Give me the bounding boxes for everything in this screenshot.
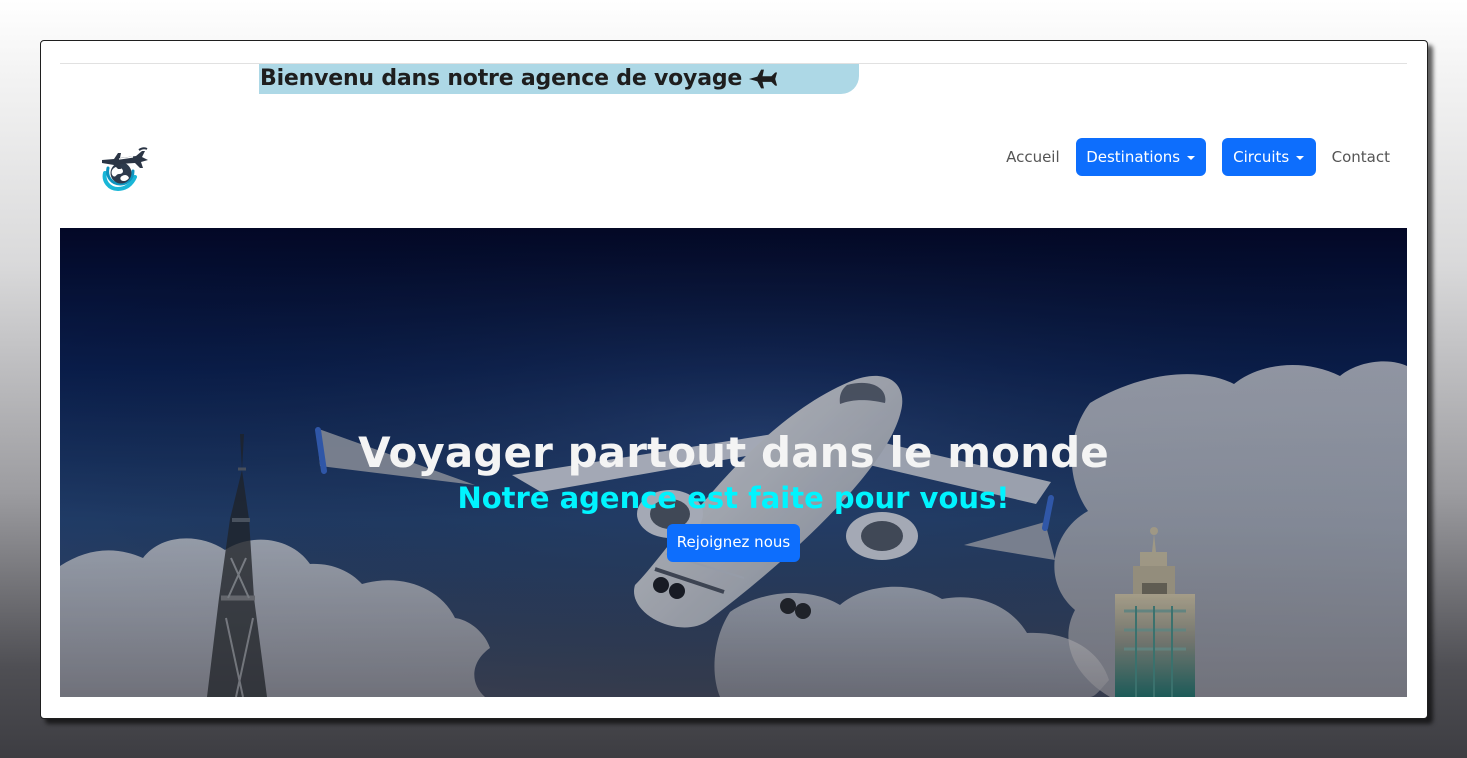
hero-subtitle: Notre agence est faite pour vous! xyxy=(457,481,1010,516)
nav-home-link[interactable]: Accueil xyxy=(998,149,1068,165)
hero-banner: Voyager partout dans le monde Notre agen… xyxy=(60,228,1407,697)
browser-page-card: Bienvenu dans notre agence de voyage Acc… xyxy=(40,40,1428,719)
hero-title: Voyager partout dans le monde xyxy=(358,428,1109,477)
welcome-banner: Bienvenu dans notre agence de voyage xyxy=(259,64,859,94)
welcome-text: Bienvenu dans notre agence de voyage xyxy=(260,66,743,91)
destinations-button-label: Destinations xyxy=(1086,148,1181,166)
nav-links: Accueil Destinations Circuits Contact xyxy=(998,138,1390,176)
airplane-icon xyxy=(748,67,778,91)
circuits-button-label: Circuits xyxy=(1233,148,1290,166)
main-navbar: Accueil Destinations Circuits Contact xyxy=(60,137,1407,191)
join-us-button[interactable]: Rejoignez nous xyxy=(667,523,800,562)
destinations-dropdown-button[interactable]: Destinations xyxy=(1075,138,1206,176)
chevron-down-icon xyxy=(1296,155,1305,160)
hero-content: Voyager partout dans le monde Notre agen… xyxy=(60,430,1407,562)
nav-contact-link[interactable]: Contact xyxy=(1324,149,1390,165)
travel-logo[interactable] xyxy=(95,139,151,191)
airplane-globe-logo-icon xyxy=(102,147,148,191)
circuits-dropdown-button[interactable]: Circuits xyxy=(1221,138,1316,176)
chevron-down-icon xyxy=(1187,155,1196,160)
